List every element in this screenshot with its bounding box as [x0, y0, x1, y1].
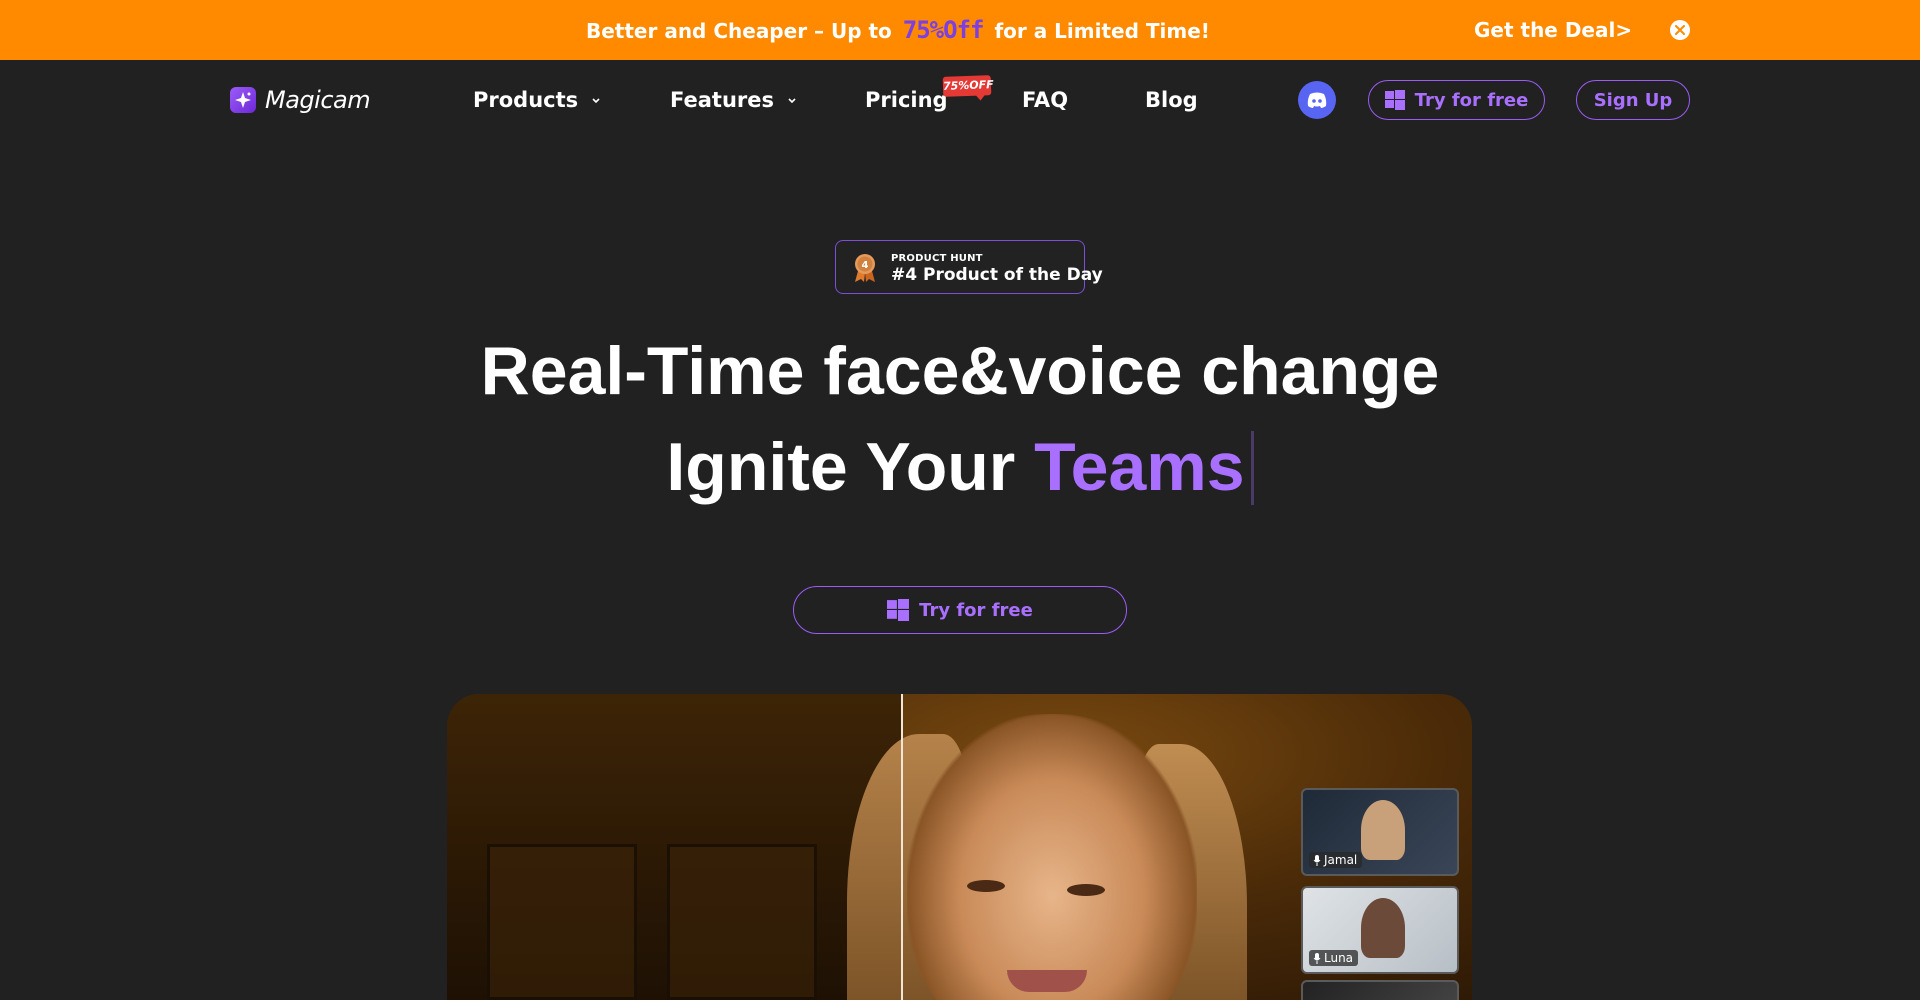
participant-thumbnail[interactable]: Luna — [1301, 886, 1459, 974]
sparkle-icon — [230, 87, 256, 113]
nav-pricing[interactable]: Pricing — [865, 60, 948, 140]
get-deal-link[interactable]: Get the Deal> — [1474, 0, 1632, 60]
nav-features[interactable]: Features — [670, 60, 797, 140]
hero-headline: Real-Time face&voice change — [480, 333, 1440, 409]
participant-label: Jamal — [1309, 852, 1363, 868]
subheadline-accent-word: Teams — [1034, 429, 1245, 505]
demo-video[interactable]: Jamal Luna — [447, 694, 1472, 1000]
medal-number: 4 — [862, 260, 869, 271]
participant-name: Luna — [1324, 951, 1354, 965]
pricing-discount-badge: 75%OFF — [942, 75, 994, 97]
promo-discount: 75%Off — [902, 16, 985, 44]
participant-name: Jamal — [1324, 853, 1358, 867]
participant-thumbnail[interactable] — [1301, 980, 1459, 1000]
nav-faq[interactable]: FAQ — [1022, 60, 1068, 140]
badge-title: #4 Product of the Day — [891, 265, 1103, 285]
promo-text-after: for a Limited Time! — [994, 19, 1210, 43]
chevron-down-icon — [788, 98, 796, 104]
nav-products[interactable]: Products — [473, 60, 601, 140]
presenter-eye — [967, 880, 1005, 892]
product-hunt-badge[interactable]: 4 PRODUCT HUNT #4 Product of the Day — [835, 240, 1103, 294]
nav-faq-label: FAQ — [1022, 88, 1069, 112]
logo-text: Magicam — [265, 86, 371, 114]
close-icon[interactable] — [1670, 20, 1690, 40]
badge-source: PRODUCT HUNT — [891, 253, 983, 264]
presenter-mouth — [1007, 970, 1087, 992]
promo-message: Better and Cheaper – Up to 75%Off for a … — [586, 0, 1210, 60]
hero-try-label: Try for free — [919, 599, 1033, 621]
participant-thumbnail[interactable]: Jamal — [1301, 788, 1459, 876]
promo-banner: Better and Cheaper – Up to 75%Off for a … — [0, 0, 1920, 60]
windows-icon — [1384, 90, 1405, 110]
try-for-free-button[interactable]: Try for free — [1368, 80, 1545, 120]
typing-caret — [1250, 431, 1254, 506]
sign-up-button[interactable]: Sign Up — [1576, 80, 1690, 120]
logo[interactable]: Magicam — [230, 86, 371, 114]
microphone-icon — [1313, 854, 1321, 866]
promo-text-before: Better and Cheaper – Up to — [586, 19, 892, 43]
presenter-eye — [1067, 884, 1105, 896]
nav-pricing-label: Pricing — [865, 88, 948, 112]
try-for-free-label: Try for free — [1414, 89, 1529, 111]
presenter-face — [907, 714, 1197, 1000]
microphone-icon — [1313, 952, 1321, 964]
participant-avatar — [1361, 898, 1405, 958]
nav-blog-label: Blog — [1145, 88, 1198, 112]
top-nav: Magicam Products Features Pricing 75%OFF… — [0, 60, 1920, 140]
hero-subheadline: Ignite Your Teams — [0, 428, 1920, 509]
windows-icon — [887, 599, 910, 621]
subheadline-prefix: Ignite Your — [666, 429, 1016, 505]
comparison-slider-handle[interactable] — [901, 694, 903, 1000]
nav-blog[interactable]: Blog — [1145, 60, 1198, 140]
participant-label: Luna — [1309, 950, 1359, 966]
medal-icon: 4 — [855, 254, 875, 282]
background-window — [487, 844, 637, 1000]
nav-products-label: Products — [473, 88, 579, 112]
hero-try-for-free-button[interactable]: Try for free — [793, 586, 1127, 634]
background-window — [667, 844, 817, 1000]
participant-avatar — [1361, 800, 1405, 860]
chevron-down-icon — [592, 98, 601, 104]
discord-icon[interactable] — [1298, 81, 1336, 119]
nav-features-label: Features — [670, 88, 774, 112]
